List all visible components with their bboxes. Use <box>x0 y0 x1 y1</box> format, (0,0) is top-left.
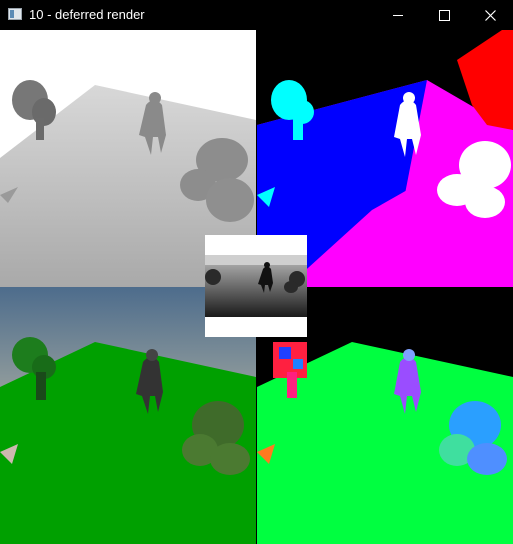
maximize-button[interactable] <box>421 0 467 30</box>
window-title: 10 - deferred render <box>29 7 145 22</box>
shadow-depth-map-view <box>205 235 307 337</box>
close-icon <box>484 9 496 21</box>
maximize-icon <box>438 9 450 21</box>
render-viewport[interactable] <box>0 30 513 544</box>
title-bar: 10 - deferred render <box>0 0 513 30</box>
minimize-button[interactable] <box>375 0 421 30</box>
close-button[interactable] <box>467 0 513 30</box>
app-window-icon <box>8 8 22 20</box>
minimize-icon <box>393 14 403 16</box>
